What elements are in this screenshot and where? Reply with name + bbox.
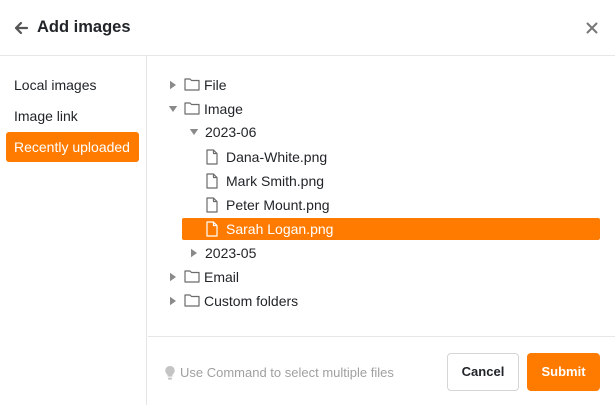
tree-item-email[interactable]: Email: [170, 266, 600, 288]
caret-right-icon[interactable]: [168, 80, 178, 90]
tree-item-file-entry[interactable]: Dana-White.png: [182, 146, 600, 168]
tree-item-2023-05[interactable]: 2023-05: [182, 242, 600, 264]
file-icon: [206, 149, 218, 165]
tree-item-file[interactable]: File: [170, 74, 600, 96]
caret-down-icon[interactable]: [189, 127, 199, 137]
file-icon: [206, 221, 218, 237]
arrow-left-icon[interactable]: [13, 20, 29, 36]
lightbulb-icon: [165, 366, 175, 380]
tree-item-label: 2023-06: [205, 124, 257, 140]
sidebar-item-label: Recently uploaded: [14, 139, 130, 155]
tree-item-label: Peter Mount.png: [226, 197, 330, 213]
sidebar-item-local-images[interactable]: Local images: [6, 70, 139, 100]
tree-item-label: Email: [204, 269, 240, 285]
multi-select-hint: Use Command to select multiple files: [180, 365, 394, 380]
folder-tree: File Image 2023-06 Dana-White.png Mark S…: [148, 56, 615, 336]
caret-down-icon[interactable]: [168, 104, 178, 114]
tree-item-2023-06[interactable]: 2023-06: [182, 121, 600, 143]
sidebar-item-label: Local images: [14, 77, 97, 93]
tree-item-label: Custom folders: [204, 293, 299, 309]
tree-item-label: Image: [204, 101, 243, 117]
folder-icon: [184, 78, 200, 91]
caret-right-icon[interactable]: [168, 296, 178, 306]
tree-item-custom-folders[interactable]: Custom folders: [170, 290, 600, 312]
cancel-button[interactable]: Cancel: [447, 353, 519, 391]
tree-item-image[interactable]: Image: [168, 98, 600, 120]
dialog-footer: Use Command to select multiple files Can…: [148, 336, 615, 405]
file-icon: [206, 173, 218, 189]
tree-item-file-entry[interactable]: Mark Smith.png: [182, 170, 600, 192]
close-icon[interactable]: [585, 21, 599, 35]
submit-button[interactable]: Submit: [527, 353, 600, 391]
folder-icon: [184, 294, 200, 307]
caret-right-icon[interactable]: [189, 248, 199, 258]
sidebar-item-recently-uploaded[interactable]: Recently uploaded: [6, 132, 139, 162]
file-icon: [206, 197, 218, 213]
sidebar-item-image-link[interactable]: Image link: [6, 101, 139, 131]
tree-item-label: 2023-05: [205, 245, 257, 261]
caret-right-icon[interactable]: [168, 272, 178, 282]
folder-icon: [184, 270, 200, 283]
tree-item-label: File: [204, 77, 227, 93]
tree-item-file-entry[interactable]: Peter Mount.png: [182, 194, 600, 216]
source-sidebar: Local images Image link Recently uploade…: [0, 56, 147, 405]
dialog-header: Add images: [0, 0, 615, 56]
sidebar-item-label: Image link: [14, 108, 78, 124]
add-images-dialog: Add images Local images Image link Recen…: [0, 0, 615, 405]
tree-item-label: Mark Smith.png: [226, 173, 325, 189]
tree-item-label: Dana-White.png: [226, 149, 328, 165]
dialog-title: Add images: [37, 18, 131, 36]
tree-item-file-entry-selected[interactable]: Sarah Logan.png: [182, 218, 600, 240]
tree-item-label: Sarah Logan.png: [226, 221, 334, 237]
folder-icon: [184, 102, 200, 115]
